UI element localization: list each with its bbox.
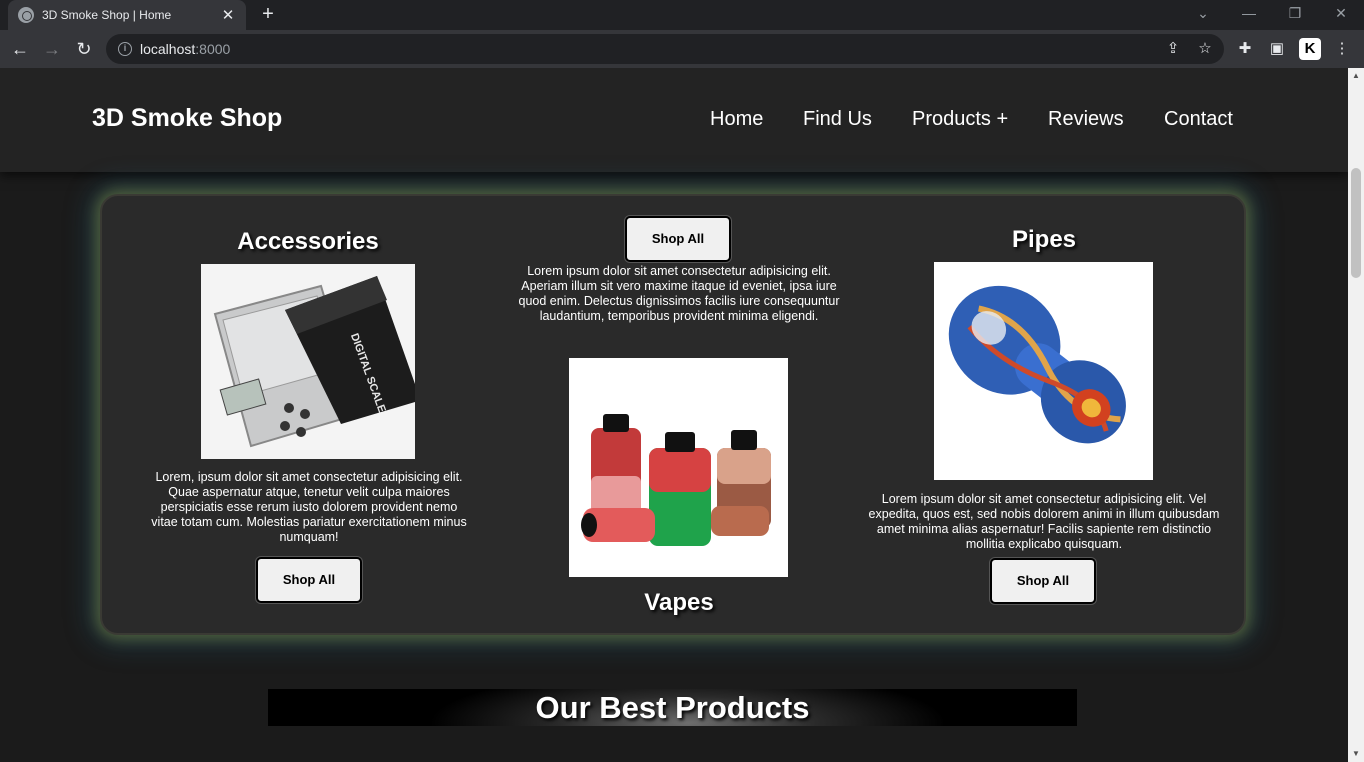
pipes-description: Lorem ipsum dolor sit amet consectetur a… xyxy=(868,492,1220,551)
url-host: localhost xyxy=(140,41,196,57)
browser-tab-bar: 3D Smoke Shop | Home ✕ + ⌄ — ❐ ✕ xyxy=(0,0,1364,30)
minimize-icon[interactable]: — xyxy=(1226,0,1272,30)
scrollbar-thumb[interactable] xyxy=(1351,168,1361,278)
pipes-shop-all-button[interactable]: Shop All xyxy=(990,558,1096,604)
url-port: :8000 xyxy=(195,41,231,57)
menu-kebab-icon[interactable]: ⋮ xyxy=(1331,38,1353,60)
nav-products[interactable]: Products + xyxy=(912,108,1008,131)
page-viewport: 3D Smoke Shop Home Find Us Products + Re… xyxy=(0,68,1348,762)
restore-icon[interactable]: ❐ xyxy=(1272,0,1318,30)
accessories-image: DIGITAL SCALE xyxy=(201,264,415,459)
back-icon[interactable]: ← xyxy=(8,37,32,61)
forward-icon[interactable]: → xyxy=(40,37,64,61)
extensions-icon[interactable]: ✚ xyxy=(1234,38,1256,60)
vapes-shop-all-button[interactable]: Shop All xyxy=(625,216,731,262)
close-tab-icon[interactable]: ✕ xyxy=(220,6,236,24)
site-info-icon[interactable]: i xyxy=(118,42,132,56)
pipes-image xyxy=(934,262,1153,480)
vapes-image xyxy=(569,358,788,577)
vapes-title: Vapes xyxy=(644,589,714,616)
address-bar[interactable]: i localhost:8000 ⇪ ☆ xyxy=(106,34,1224,64)
reload-icon[interactable]: ↻ xyxy=(72,37,96,61)
nav-reviews[interactable]: Reviews xyxy=(1048,108,1124,131)
browser-toolbar: ← → ↻ i localhost:8000 ⇪ ☆ ✚ ▣ K ⋮ xyxy=(0,30,1364,68)
best-products-banner: Our Best Products xyxy=(268,689,1077,726)
profile-icon[interactable]: K xyxy=(1299,38,1321,60)
accessories-title: Accessories xyxy=(237,228,379,255)
categories-card: Accessories DIGITAL SCALE Lorem, ipsum d… xyxy=(100,194,1246,635)
nav-find-us[interactable]: Find Us xyxy=(803,108,872,131)
browser-tab[interactable]: 3D Smoke Shop | Home ✕ xyxy=(8,0,246,30)
tab-title: 3D Smoke Shop | Home xyxy=(42,8,172,22)
globe-icon xyxy=(18,7,34,23)
scroll-down-icon[interactable]: ▼ xyxy=(1348,746,1364,762)
scroll-up-icon[interactable]: ▲ xyxy=(1348,68,1364,84)
page-scrollbar[interactable]: ▲ ▼ xyxy=(1348,68,1364,762)
share-icon[interactable]: ⇪ xyxy=(1162,38,1184,60)
pipes-title: Pipes xyxy=(1011,226,1077,253)
new-tab-icon[interactable]: + xyxy=(256,3,280,27)
vapes-description: Lorem ipsum dolor sit amet consectetur a… xyxy=(518,264,840,323)
window-close-icon[interactable]: ✕ xyxy=(1318,0,1364,30)
site-logo[interactable]: 3D Smoke Shop xyxy=(92,104,282,133)
bookmark-star-icon[interactable]: ☆ xyxy=(1194,38,1216,60)
site-header: 3D Smoke Shop Home Find Us Products + Re… xyxy=(0,68,1348,172)
side-panel-icon[interactable]: ▣ xyxy=(1266,38,1288,60)
tab-search-icon[interactable]: ⌄ xyxy=(1180,0,1226,30)
accessories-description: Lorem, ipsum dolor sit amet consectetur … xyxy=(151,470,467,544)
accessories-shop-all-button[interactable]: Shop All xyxy=(256,557,362,603)
nav-contact[interactable]: Contact xyxy=(1164,108,1233,131)
nav-home[interactable]: Home xyxy=(710,108,763,131)
best-products-title: Our Best Products xyxy=(535,690,810,725)
